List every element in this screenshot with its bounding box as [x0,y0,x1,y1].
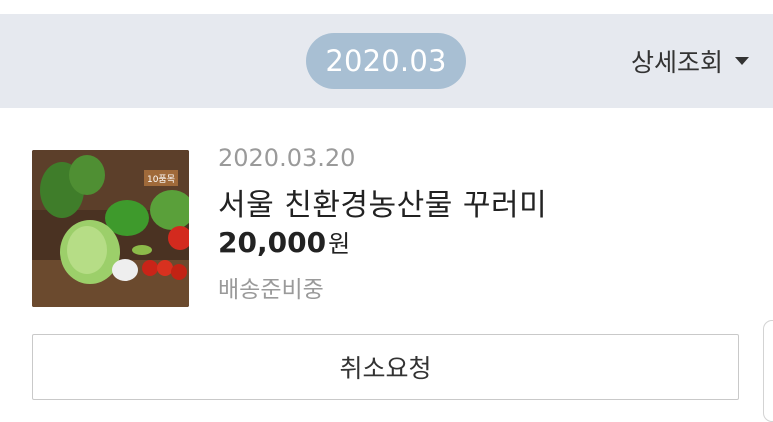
vegetables-image: 10품목 [32,150,189,307]
order-date: 2020.03.20 [218,144,356,172]
product-thumbnail[interactable]: 10품목 [32,150,189,307]
price: 20,000 원 [218,224,350,259]
product-name[interactable]: 서울 친환경농산물 꾸러미 [218,180,547,224]
caret-down-icon [735,57,749,65]
detail-view-label: 상세조회 [630,48,723,77]
next-card-edge [763,320,773,422]
order-status: 배송준비중 [218,277,324,303]
thumbnail-badge: 10품목 [147,174,175,185]
detail-view-toggle[interactable]: 상세조회 [631,41,749,81]
order-card: 10품목 2020.03.20 서울 친환경농산물 꾸러미 20,000 원 배… [0,108,773,421]
cancel-request-button[interactable]: 취소요청 [32,334,739,400]
price-amount: 20,000 [218,226,327,259]
price-unit: 원 [328,230,351,258]
month-pill[interactable]: 2020.03 [306,33,466,89]
month-header: 2020.03 상세조회 [0,14,773,108]
top-sliver [0,0,773,14]
